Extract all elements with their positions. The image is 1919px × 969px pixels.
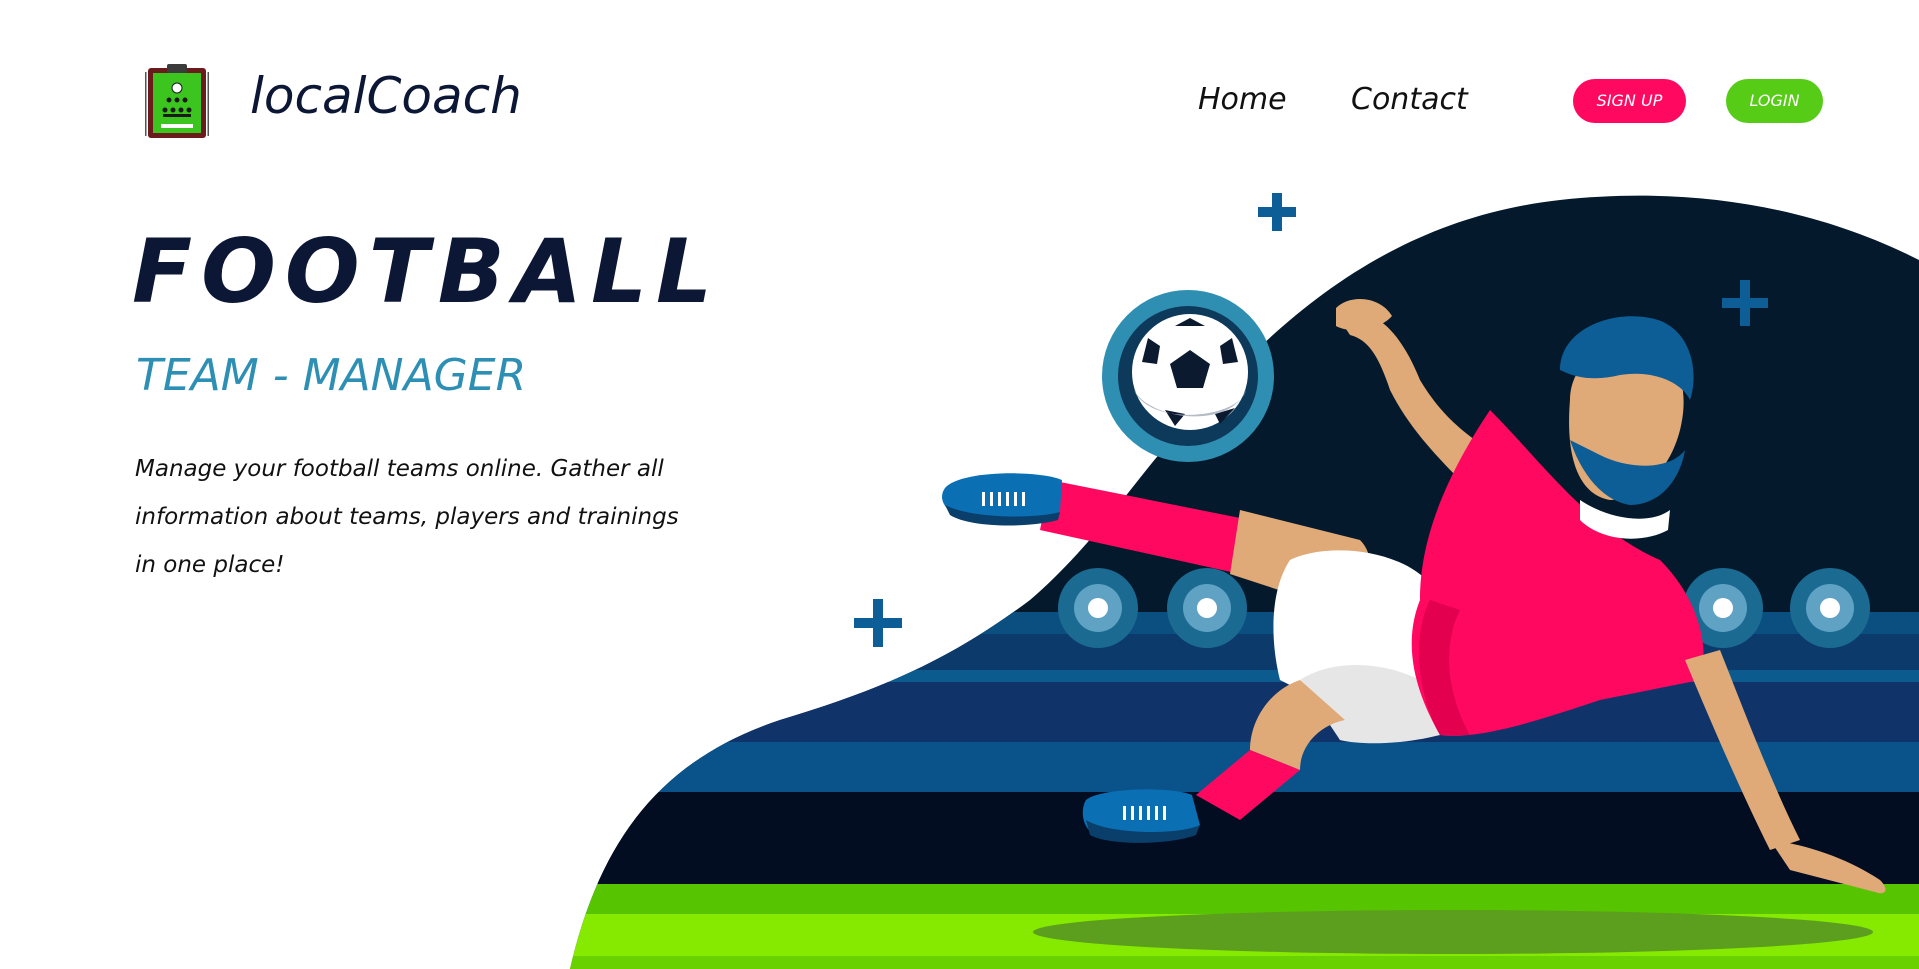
hero-description: Manage your football teams online. Gathe…	[135, 445, 775, 589]
landing-page: localCoach Home Contact SIGN UP LOGIN FO…	[0, 0, 1919, 969]
hero-subtitle: TEAM - MANAGER	[136, 350, 527, 401]
hero-description-line: in one place!	[135, 552, 285, 578]
football-ball	[1102, 290, 1274, 462]
brand-name[interactable]: localCoach	[250, 66, 522, 126]
hero-title: FOOTBALL	[132, 220, 722, 323]
clipboard-logo-icon[interactable]	[145, 62, 209, 140]
login-button[interactable]: LOGIN	[1726, 79, 1823, 123]
hero-description-line: Manage your football teams online. Gathe…	[135, 456, 664, 482]
sign-up-button[interactable]: SIGN UP	[1573, 79, 1686, 123]
nav-home-link[interactable]: Home	[1198, 80, 1287, 120]
hero-description-line: information about teams, players and tra…	[135, 504, 679, 530]
nav-contact-link[interactable]: Contact	[1351, 80, 1468, 120]
